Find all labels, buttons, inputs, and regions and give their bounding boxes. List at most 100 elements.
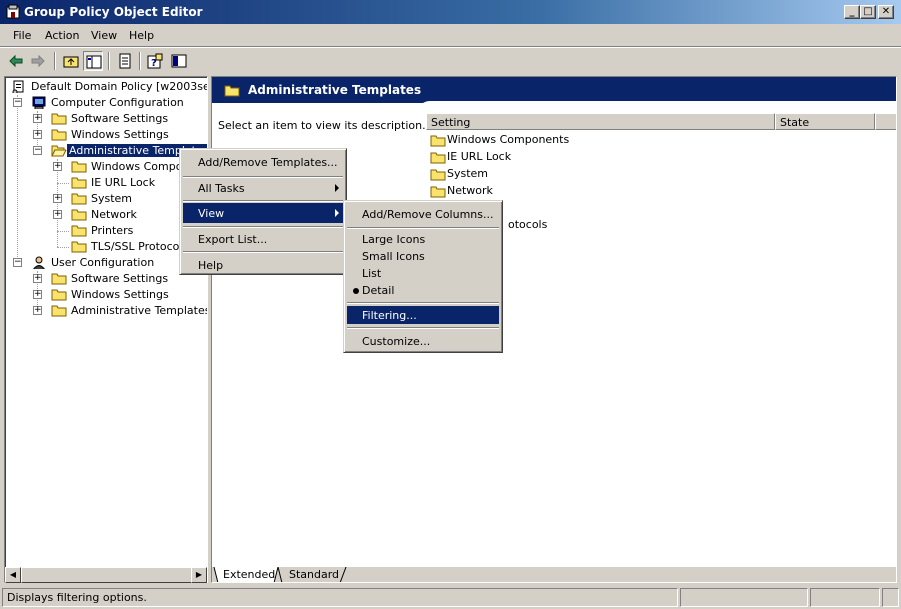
menu-item-add-remove-columns[interactable]: Add/Remove Columns...	[347, 204, 499, 224]
list-item-label: Network	[447, 184, 493, 197]
status-panel	[882, 588, 899, 607]
expand-toggle[interactable]: +	[53, 210, 62, 219]
view-submenu: Add/Remove Columns... Large Icons Small …	[343, 200, 503, 353]
menu-separator	[183, 251, 343, 253]
folder-icon	[51, 129, 67, 141]
up-one-level-button[interactable]	[61, 51, 81, 71]
menu-item-filtering[interactable]: Filtering...	[347, 306, 499, 324]
list-item-label: System	[447, 167, 489, 180]
expand-toggle[interactable]: +	[53, 194, 62, 203]
policy-scroll-icon	[12, 80, 24, 93]
scroll-left-button[interactable]: ◀	[5, 567, 21, 583]
show-hide-action-pane-button[interactable]	[169, 51, 189, 71]
details-header: Administrative Templates	[212, 77, 896, 103]
menu-item-label: List	[362, 267, 382, 280]
maximize-button[interactable]: □	[860, 5, 876, 19]
menu-separator	[347, 302, 499, 304]
folder-icon	[430, 152, 446, 164]
list-item-label: otocols	[508, 218, 548, 231]
menu-item-label: View	[198, 207, 225, 220]
expand-toggle[interactable]: +	[33, 290, 42, 299]
tree-label: System	[91, 192, 133, 205]
show-hide-console-tree-button[interactable]	[83, 51, 103, 71]
collapse-toggle[interactable]: −	[13, 258, 22, 267]
help-button[interactable]: ?	[145, 51, 165, 71]
menu-item-detail[interactable]: Detail	[347, 280, 499, 300]
tree-label: Network	[91, 208, 137, 221]
menu-view[interactable]: View	[91, 29, 117, 42]
tab-extended[interactable]: Extended	[223, 567, 275, 582]
collapse-toggle[interactable]: −	[33, 146, 42, 155]
expand-toggle[interactable]: +	[33, 130, 42, 139]
tree-label: IE URL Lock	[91, 176, 156, 189]
minimize-button[interactable]: _	[844, 5, 860, 19]
folder-icon	[71, 177, 87, 189]
menu-action[interactable]: Action	[45, 29, 79, 42]
folder-icon	[71, 193, 87, 205]
folder-icon	[224, 85, 240, 97]
tree-horizontal-scrollbar[interactable]: ◀ ▶	[5, 567, 207, 583]
export-list-icon	[119, 53, 131, 69]
menu-separator	[183, 200, 343, 202]
forward-arrow-icon	[31, 54, 45, 68]
context-menu: Add/Remove Templates... All Tasks View E…	[179, 148, 347, 275]
expand-toggle[interactable]: +	[53, 162, 62, 171]
tree-line	[57, 183, 69, 184]
menu-help[interactable]: Help	[129, 29, 154, 42]
tree-label: User Configuration	[51, 256, 155, 269]
folder-icon	[430, 169, 446, 181]
console-tree[interactable]: Default Domain Policy [w2003server. − Co…	[4, 76, 208, 583]
up-folder-icon	[63, 56, 79, 68]
toolbar: ?	[0, 48, 901, 74]
column-header-filler	[875, 113, 896, 130]
menu-item-add-remove-templates[interactable]: Add/Remove Templates...	[183, 152, 343, 172]
menu-item-view[interactable]: View	[183, 203, 343, 223]
status-panel	[680, 588, 808, 607]
scroll-right-button[interactable]: ▶	[191, 567, 207, 583]
close-button[interactable]: ✕	[878, 5, 894, 19]
expand-toggle[interactable]: +	[33, 114, 42, 123]
tree-label: Software Settings	[71, 272, 169, 285]
show-hide-action-pane-icon	[171, 54, 187, 68]
folder-icon	[430, 135, 446, 147]
menu-item-label: Large Icons	[362, 233, 426, 246]
back-arrow-icon	[9, 54, 23, 68]
menu-file[interactable]: File	[13, 29, 31, 42]
submenu-arrow-icon	[335, 209, 339, 217]
column-header-state[interactable]: State	[775, 113, 875, 130]
status-bar: Displays filtering options.	[0, 586, 901, 609]
folder-icon	[71, 241, 87, 253]
tab-standard[interactable]: Standard	[289, 567, 339, 582]
menu-item-label: Customize...	[362, 335, 431, 348]
menu-item-help[interactable]: Help	[183, 255, 343, 275]
tree-label: Administrative Templates	[71, 304, 208, 317]
menu-item-all-tasks[interactable]: All Tasks	[183, 178, 343, 198]
tree-line	[17, 95, 18, 263]
menu-item-label: Help	[198, 259, 224, 272]
menu-item-export-list[interactable]: Export List...	[183, 229, 343, 249]
scroll-thumb[interactable]	[21, 567, 193, 583]
menu-item-label: Small Icons	[362, 250, 425, 263]
expand-toggle[interactable]: +	[33, 306, 42, 315]
tree-label: Computer Configuration	[51, 96, 184, 109]
gpo-app-icon	[6, 4, 20, 19]
expand-toggle[interactable]: +	[33, 274, 42, 283]
tree-label: TLS/SSL Protocols	[91, 240, 189, 253]
export-list-button[interactable]	[115, 51, 135, 71]
tree-label: Default Domain Policy [w2003server.	[31, 80, 207, 93]
column-header-setting[interactable]: Setting	[426, 113, 775, 130]
forward-button[interactable]	[28, 51, 48, 71]
folder-icon	[51, 113, 67, 125]
folder-icon	[430, 186, 446, 198]
menu-item-label: Detail	[362, 284, 395, 297]
tree-line	[57, 231, 69, 232]
menu-item-label: All Tasks	[198, 182, 245, 195]
menu-item-customize[interactable]: Customize...	[347, 331, 499, 351]
tree-label: Windows Settings	[71, 288, 169, 301]
view-tabs: Extended Standard	[212, 567, 896, 582]
help-icon: ?	[147, 53, 163, 69]
menu-item-label: Filtering...	[362, 309, 417, 322]
back-button[interactable]	[6, 51, 26, 71]
menu-bar: File Action View Help	[0, 25, 901, 46]
collapse-toggle[interactable]: −	[13, 98, 22, 107]
